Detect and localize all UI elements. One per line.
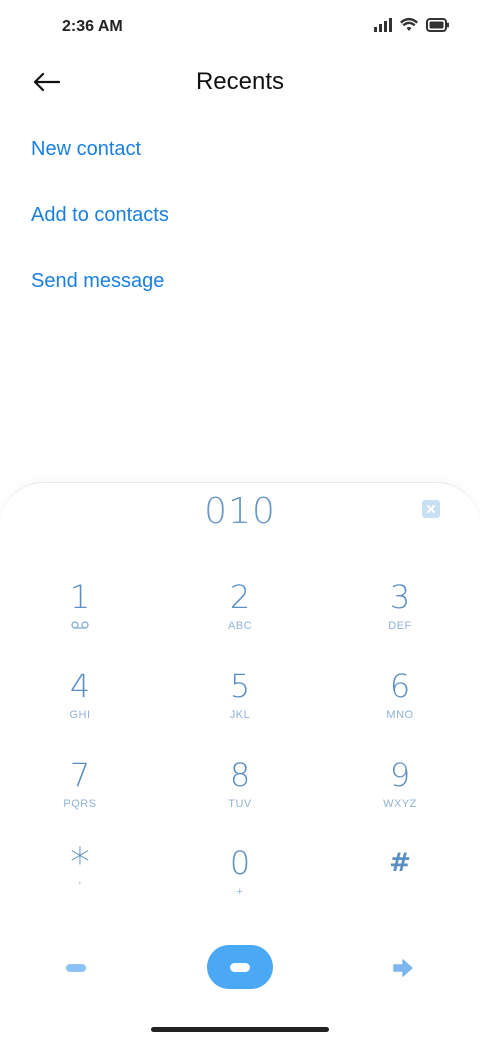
battery-icon [426, 18, 449, 32]
key-8[interactable]: 8 TUV [180, 755, 300, 835]
add-to-contacts-link[interactable]: Add to contacts [0, 186, 480, 252]
action-list: New contact Add to contacts Send message [0, 120, 480, 318]
page-title: Recents [195, 68, 285, 95]
key-digit: 6 [389, 667, 411, 705]
key-digit: # [389, 848, 411, 878]
key-letters: MNO [386, 709, 414, 721]
backspace-icon [427, 505, 435, 513]
key-0[interactable]: 0 + [180, 843, 300, 923]
home-indicator[interactable] [151, 1027, 329, 1032]
clear-button[interactable] [422, 500, 440, 518]
key-digit: 5 [229, 667, 251, 705]
key-letters: PQRS [63, 798, 97, 810]
key-5[interactable]: 5 JKL [180, 666, 300, 746]
key-letters: WXYZ [383, 798, 417, 810]
key-2[interactable]: 2 ABC [180, 577, 300, 657]
key-letters: JKL [229, 709, 251, 721]
key-letters: DEF [388, 620, 412, 632]
forward-arrow-icon[interactable] [392, 957, 414, 979]
new-contact-link[interactable]: New contact [0, 120, 480, 186]
key-6[interactable]: 6 MNO [340, 666, 460, 746]
key-digit: 4 [69, 667, 91, 705]
send-message-link[interactable]: Send message [0, 252, 480, 318]
key-digit: 1 [69, 578, 91, 616]
key-4[interactable]: 4 GHI [20, 666, 140, 746]
key-letters: GHI [69, 709, 91, 721]
status-time: 2:36 AM [62, 18, 123, 35]
signal-icon [374, 18, 392, 32]
minimize-keypad-button[interactable] [66, 964, 86, 972]
key-hash[interactable]: # [340, 843, 460, 923]
wifi-icon [400, 18, 418, 31]
key-digit: 3 [389, 578, 411, 616]
key-star[interactable]: * , [20, 843, 140, 923]
key-letters: TUV [228, 798, 252, 810]
key-1[interactable]: 1 [20, 577, 140, 657]
key-letters: + [236, 886, 244, 898]
status-bar: 2:36 AM [0, 0, 480, 56]
call-button[interactable] [207, 945, 273, 989]
call-icon [230, 962, 250, 972]
header: Recents [0, 56, 480, 108]
key-digit: 7 [69, 756, 91, 794]
key-letters: ABC [227, 620, 253, 632]
voicemail-icon [71, 621, 89, 629]
key-sub [20, 619, 140, 633]
key-digit: 0 [229, 844, 251, 882]
status-icons [374, 18, 450, 32]
dialer-controls [0, 945, 480, 991]
key-letters: , [78, 874, 82, 886]
key-3[interactable]: 3 DEF [340, 577, 460, 657]
key-digit: 9 [389, 756, 411, 794]
key-9[interactable]: 9 WXYZ [340, 755, 460, 835]
key-digit: 2 [229, 578, 251, 616]
dialer-panel: 010 1 2 ABC 3 DEF 4 GHI 5 JKL 6 MNO 7 PQ… [0, 482, 480, 1040]
key-digit: 8 [229, 756, 251, 794]
dialed-number: 010 [204, 491, 276, 532]
key-7[interactable]: 7 PQRS [20, 755, 140, 835]
